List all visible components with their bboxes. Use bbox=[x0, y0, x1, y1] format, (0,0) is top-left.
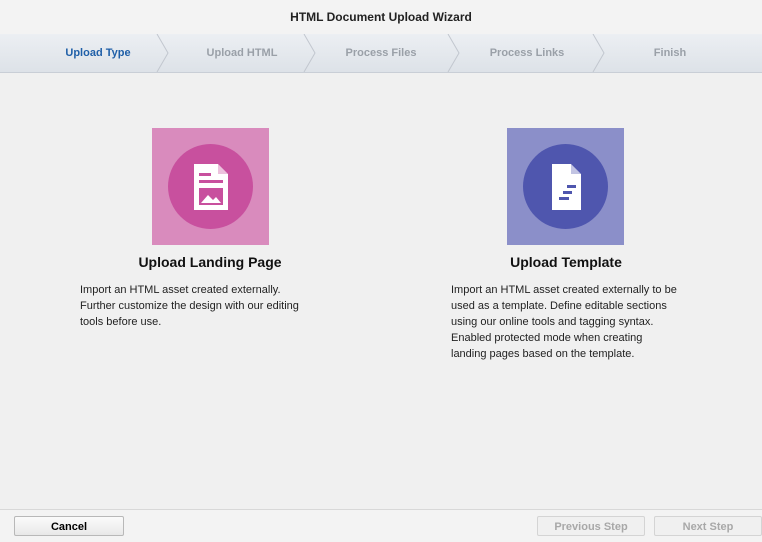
step-process-files[interactable]: Process Files bbox=[316, 34, 446, 72]
step-process-links[interactable]: Process Links bbox=[462, 34, 592, 72]
cancel-button[interactable]: Cancel bbox=[14, 516, 124, 536]
step-upload-type[interactable]: Upload Type bbox=[40, 34, 156, 72]
step-separator-icon bbox=[156, 34, 170, 72]
description-line: tools before use. bbox=[80, 316, 162, 328]
upload-landing-page-title[interactable]: Upload Landing Page bbox=[110, 254, 310, 270]
upload-landing-page-tile[interactable] bbox=[152, 128, 269, 245]
previous-step-button[interactable]: Previous Step bbox=[537, 516, 645, 536]
landing-page-image-icon bbox=[168, 144, 253, 229]
description-line: landing pages based on the template. bbox=[451, 348, 635, 360]
upload-template-description: Import an HTML asset created externally … bbox=[451, 282, 751, 362]
upload-type-content: Upload Landing Page Import an HTML asset… bbox=[0, 73, 762, 509]
upload-landing-page-description: Import an HTML asset created externally.… bbox=[80, 282, 380, 330]
wizard-footer: Cancel Previous Step Next Step bbox=[0, 509, 762, 542]
description-line: used as a template. Define editable sect… bbox=[451, 300, 667, 312]
description-line: Enabled protected mode when creating bbox=[451, 332, 643, 344]
description-line: Further customize the design with our ed… bbox=[80, 300, 299, 312]
description-line: Import an HTML asset created externally … bbox=[451, 284, 677, 296]
step-separator-icon bbox=[303, 34, 317, 72]
upload-template-title[interactable]: Upload Template bbox=[466, 254, 666, 270]
description-line: Import an HTML asset created externally. bbox=[80, 284, 281, 296]
upload-template-tile[interactable] bbox=[507, 128, 624, 245]
template-document-icon bbox=[523, 144, 608, 229]
step-finish[interactable]: Finish bbox=[610, 34, 730, 72]
step-separator-icon bbox=[592, 34, 606, 72]
wizard-steps: Upload Type Upload HTML Process Files Pr… bbox=[0, 34, 762, 73]
step-upload-html[interactable]: Upload HTML bbox=[172, 34, 312, 72]
next-step-button[interactable]: Next Step bbox=[654, 516, 762, 536]
wizard-title: HTML Document Upload Wizard bbox=[0, 0, 762, 35]
description-line: using our online tools and tagging synta… bbox=[451, 316, 654, 328]
step-separator-icon bbox=[447, 34, 461, 72]
